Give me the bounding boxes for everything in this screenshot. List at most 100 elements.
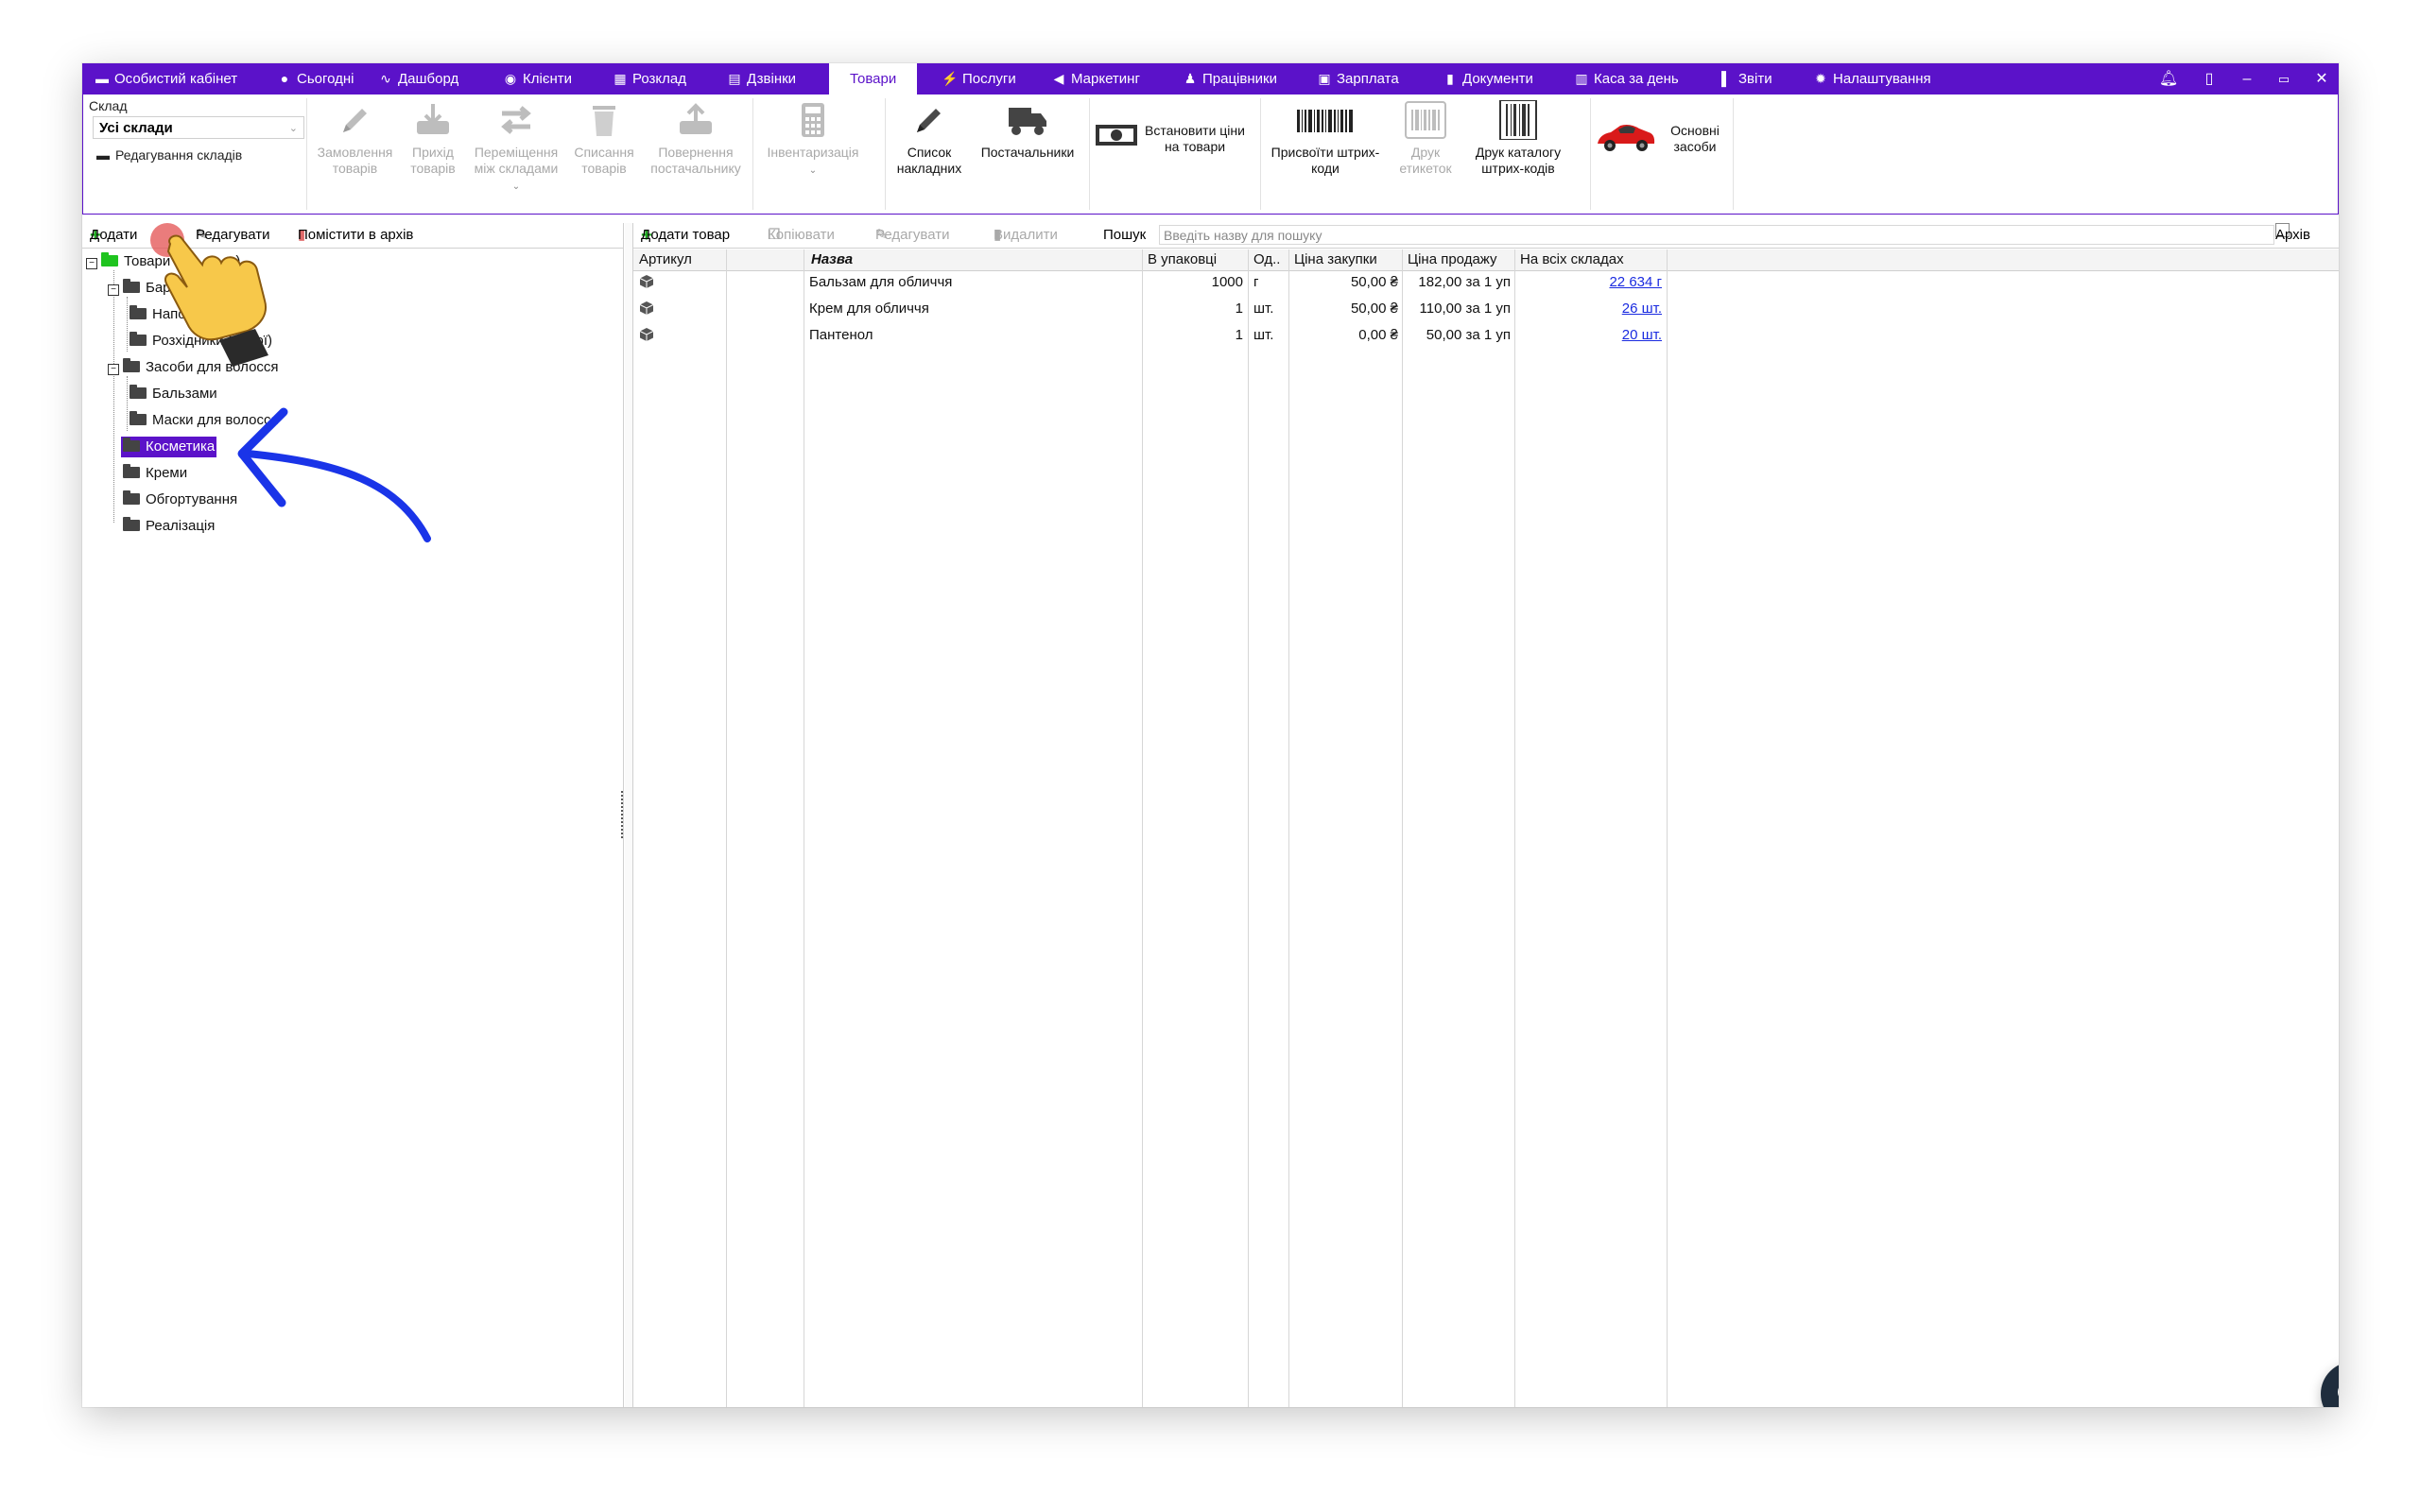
column-header-sale-price[interactable]: Ціна продажу	[1408, 249, 1497, 271]
order-products-button[interactable]: Замовлення товарів	[310, 100, 400, 177]
tree-node-cosmetics[interactable]: Косметика	[121, 437, 217, 457]
folder-icon	[123, 438, 140, 452]
stock-cell: 22 634 г	[1516, 270, 1662, 295]
stock-link[interactable]: 26 шт.	[1622, 301, 1662, 317]
nav-item-dashboard[interactable]: ∿ Дашборд	[377, 63, 458, 94]
folder-icon	[123, 490, 140, 505]
collapse-icon[interactable]: −	[108, 284, 119, 296]
user-circle-icon: ◉	[504, 71, 517, 86]
tree-node-root[interactable]: − Товари ()	[86, 251, 240, 272]
column-header-name[interactable]: Назва	[811, 249, 854, 271]
product-box-icon	[639, 301, 654, 315]
top-navbar: ▬ Особистий кабінет ● Сьогодні ∿ Дашборд ◉ К…	[82, 63, 2339, 94]
column-header-sku[interactable]: Артикул	[639, 249, 692, 271]
product-box-icon	[639, 328, 654, 341]
nav-item-employees[interactable]: ♟ Працівники	[1182, 63, 1277, 94]
unit: г	[1253, 274, 1259, 290]
chevron-down-icon: ⌄	[511, 181, 521, 192]
ribbon-toolbar: Склад Усі склади ⌄ ▬ Редагування складів …	[82, 94, 2339, 215]
banknote-icon	[1096, 125, 1137, 146]
sale-price: 182,00 за 1 уп	[1418, 274, 1511, 290]
tree-node-balms[interactable]: Бальзами	[130, 384, 217, 404]
minimize-icon[interactable]: –	[2236, 63, 2258, 94]
print-labels-button[interactable]: Друк етикеток	[1388, 100, 1463, 177]
nav-item-products[interactable]: Товари	[829, 63, 918, 94]
barcode-catalog-icon	[1499, 100, 1537, 140]
suppliers-button[interactable]: Постачальники	[972, 100, 1083, 161]
nav-item-settings[interactable]: ✹ Налаштування	[1812, 63, 1931, 94]
app-window: ▬ Особистий кабінет ● Сьогодні ∿ Дашборд ◉ К…	[82, 63, 2339, 1407]
unit: шт.	[1253, 327, 1274, 343]
purchase-price: 50,00 ₴	[1350, 301, 1398, 317]
tree-node-drinks[interactable]: Напої	[130, 304, 190, 325]
category-tree-panel: + Додати ✎ Редагувати ▮ Помістити в архів −…	[82, 223, 624, 1407]
tree-node-creams[interactable]: Креми	[123, 463, 187, 484]
folder-icon	[101, 252, 118, 266]
tree-node-hair-masks[interactable]: Маски для волосся	[130, 410, 279, 431]
transfer-between-warehouses-button[interactable]: Переміщення між складами ⌄	[467, 100, 565, 195]
nav-item-reports[interactable]: ▌ Звіти	[1718, 63, 1772, 94]
pack-size: 1	[1235, 301, 1243, 317]
lock-icon[interactable]: ▯	[2198, 63, 2221, 94]
inventory-button[interactable]: Інвентаризація ⌄	[756, 100, 870, 179]
stock-link[interactable]: 22 634 г	[1609, 274, 1662, 290]
bar-chart-icon: ▌	[1721, 71, 1731, 86]
trash-icon	[593, 106, 615, 136]
stock-link[interactable]: 20 шт.	[1622, 327, 1662, 343]
nav-item-cash-day[interactable]: ▥ Каса за день	[1573, 63, 1678, 94]
column-header-purchase-price[interactable]: Ціна закупки	[1294, 249, 1377, 271]
collapse-icon[interactable]: −	[108, 364, 119, 375]
clock-icon: ●	[280, 71, 289, 86]
megaphone-icon: ◀	[1053, 71, 1064, 86]
column-header-pack[interactable]: В упаковці	[1148, 249, 1218, 271]
nav-item-salary[interactable]: ▣ Зарплата	[1316, 63, 1398, 94]
write-off-button[interactable]: Списання товарів	[568, 100, 640, 177]
tree-node-sales[interactable]: Реалізація	[123, 516, 215, 537]
restore-icon[interactable]: ▭	[2273, 63, 2295, 94]
warehouse-label: Склад	[89, 98, 128, 113]
bell-icon[interactable]: 🔔︎	[2157, 63, 2180, 94]
return-to-supplier-button[interactable]: Повернення постачальнику	[643, 100, 749, 177]
splitter-grip-icon[interactable]	[621, 791, 627, 838]
set-prices-button[interactable]: Встановити ціни на товари	[1095, 123, 1246, 155]
money-icon: ▣	[1318, 71, 1331, 86]
nav-item-personal-cabinet[interactable]: ▬ Особистий кабінет	[94, 63, 237, 94]
nav-item-clients[interactable]: ◉ Клієнти	[502, 63, 572, 94]
sale-price: 110,00 за 1 уп	[1419, 301, 1511, 317]
tree-node-wraps[interactable]: Обгортування	[123, 490, 237, 510]
print-barcode-catalog-button[interactable]: Друк каталогу штрих-кодів	[1465, 100, 1571, 177]
chevron-down-icon: ⌄	[288, 123, 298, 134]
sale-price: 50,00 за 1 уп	[1426, 327, 1511, 343]
folder-icon	[123, 517, 140, 531]
calendar-icon: ▦	[614, 71, 627, 86]
warehouse-select[interactable]: Усі склади ⌄	[93, 116, 304, 139]
close-icon[interactable]: ✕	[2310, 63, 2333, 94]
chat-widget-button[interactable]	[2321, 1362, 2339, 1407]
collapse-icon[interactable]: −	[86, 258, 97, 269]
column-header-unit[interactable]: Од..	[1253, 249, 1281, 271]
column-header-stock[interactable]: На всіх складах	[1520, 249, 1624, 271]
warehouse-icon: ▬	[96, 147, 110, 163]
fixed-assets-button[interactable]: Основні засоби	[1596, 121, 1728, 155]
tree-toolbar: + Додати ✎ Редагувати ▮ Помістити в архів	[82, 223, 623, 249]
tree-node-drink-supplies[interactable]: Розхідники (напої)	[130, 331, 272, 352]
products-panel: + Додати товар ❐ Копіювати ✎ Редагувати ▮ Ви…	[633, 223, 2339, 1407]
product-receipt-button[interactable]: Прихід товарів	[403, 100, 463, 177]
invoice-list-button[interactable]: Список накладних	[889, 100, 970, 177]
search-input[interactable]: Введіть назву для пошуку	[1159, 225, 2274, 245]
tree-node-hair-products[interactable]: − Засоби для волосся	[108, 357, 279, 378]
products-toolbar: + Додати товар ❐ Копіювати ✎ Редагувати ▮ Ви…	[633, 223, 2339, 249]
edit-warehouses-link[interactable]: ▬ Редагування складів	[96, 147, 242, 163]
pack-size: 1000	[1211, 274, 1243, 290]
assign-barcodes-button[interactable]: Присвоїти штрих-коди	[1265, 100, 1386, 177]
nav-item-calls[interactable]: ▤ Дзвінки	[726, 63, 796, 94]
nav-item-documents[interactable]: ▮ Документи	[1442, 63, 1533, 94]
nav-item-today[interactable]: ● Сьогодні	[276, 63, 354, 94]
nav-item-marketing[interactable]: ◀ Маркетинг	[1050, 63, 1140, 94]
stock-cell: 26 шт.	[1516, 297, 1662, 321]
nav-item-schedule[interactable]: ▦ Розклад	[612, 63, 686, 94]
nav-item-services[interactable]: ⚡ Послуги	[942, 63, 1015, 94]
calculator-icon	[802, 103, 824, 137]
document-icon: ▮	[1446, 71, 1454, 86]
tree-node-bar[interactable]: − Бар	[108, 278, 171, 299]
